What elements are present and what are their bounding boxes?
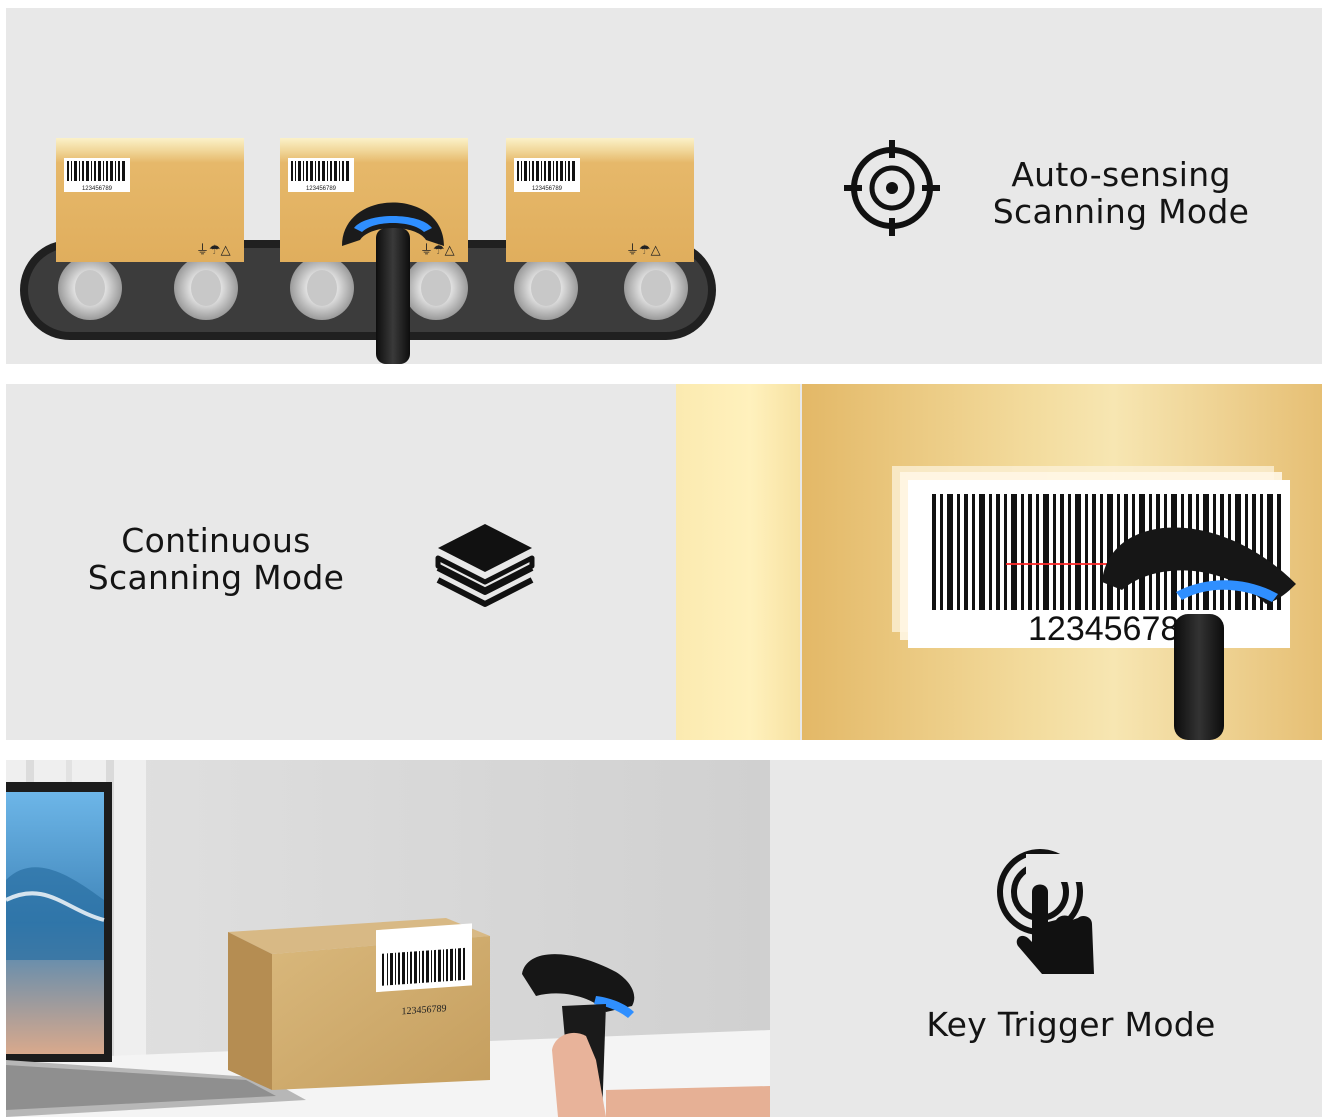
continuous-label: Continuous Scanning Mode xyxy=(66,522,366,596)
auto-sensing-panel: 123456789 ⏚☂△ 123456789 ⏚☂△ 123456789 ⏚☂… xyxy=(6,8,1322,364)
conveyor-belt-illustration: 123456789 ⏚☂△ 123456789 ⏚☂△ 123456789 ⏚☂… xyxy=(20,138,716,364)
package-box: 123456789 ⏚☂△ xyxy=(56,138,244,262)
svg-text:123456789: 123456789 xyxy=(82,186,113,192)
barcode-scan-illustration: 12345678 xyxy=(892,466,1296,740)
svg-text:⏚☂△: ⏚☂△ xyxy=(420,243,455,258)
label-line-1: Auto-sensing xyxy=(1011,155,1231,194)
auto-sensing-label: Auto-sensing Scanning Mode xyxy=(966,156,1276,230)
barcode-number: 12345678 xyxy=(1028,610,1179,648)
desk-scene-illustration: 123456789 xyxy=(6,760,770,1117)
continuous-panel: Continuous Scanning Mode 12345678 xyxy=(6,384,1322,740)
package-box: 123456789 ⏚☂△ xyxy=(506,138,694,262)
svg-text:⏚☂△: ⏚☂△ xyxy=(196,243,231,258)
label-line-2: Scanning Mode xyxy=(992,192,1250,231)
label-line-1: Continuous xyxy=(121,521,311,560)
touch-tap-icon xyxy=(997,849,1094,974)
desk-photo: 123456789 xyxy=(6,760,770,1117)
svg-text:⏚☂△: ⏚☂△ xyxy=(626,243,661,258)
light-strip xyxy=(676,384,800,740)
label-line-2: Scanning Mode xyxy=(87,558,345,597)
svg-text:123456789: 123456789 xyxy=(306,186,337,192)
layers-icon xyxy=(435,524,535,607)
key-trigger-label: Key Trigger Mode xyxy=(906,1006,1236,1043)
target-crosshair-icon xyxy=(844,140,940,236)
svg-text:123456789: 123456789 xyxy=(532,186,563,192)
key-trigger-panel: 123456789 Key Trigger Mode xyxy=(6,760,1322,1117)
label-line-1: Key Trigger Mode xyxy=(926,1005,1216,1044)
